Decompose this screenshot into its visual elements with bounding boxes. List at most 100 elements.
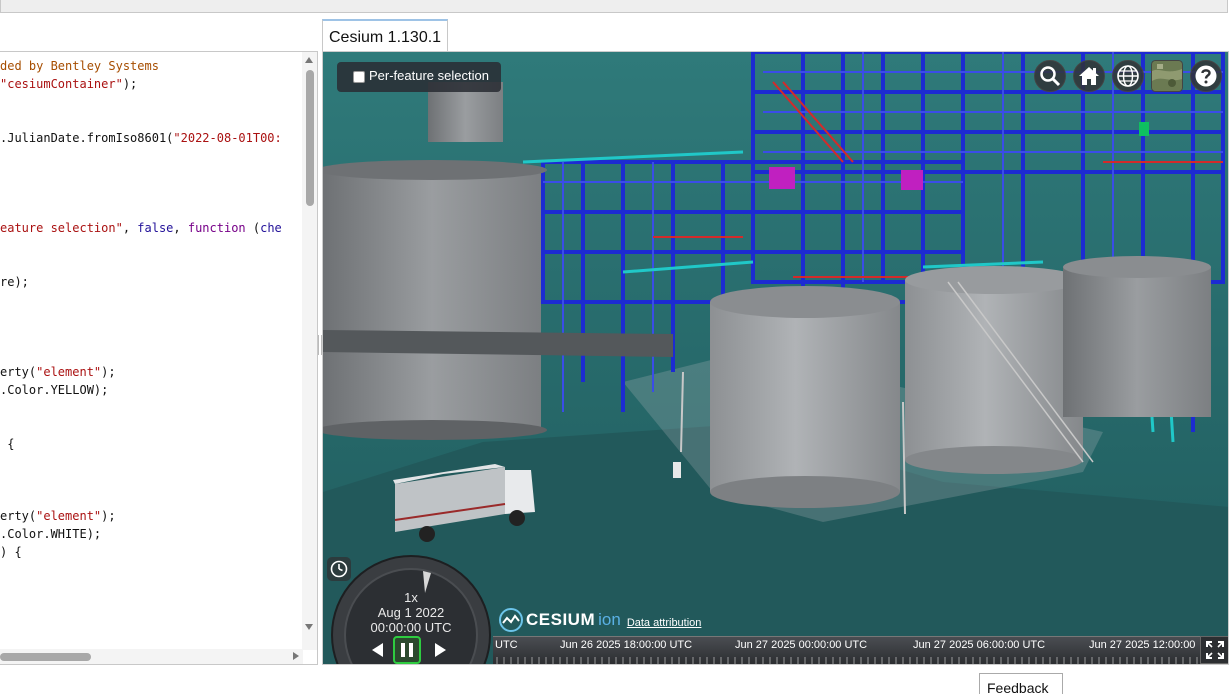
search-icon — [1040, 66, 1061, 87]
timeline-label-1: Jun 26 2025 18:00:00 UTC — [560, 639, 693, 651]
code-line[interactable] — [0, 489, 303, 507]
code-token: "cesiumContainer" — [0, 77, 123, 91]
code-line[interactable] — [0, 147, 303, 165]
code-token: .JulianDate.fromIso8601( — [0, 131, 174, 145]
code-line[interactable] — [0, 255, 303, 273]
geocoder-search-button[interactable] — [1034, 60, 1066, 92]
code-line[interactable]: erty("element"); — [0, 363, 303, 381]
cesium-ion-label: ion — [598, 610, 621, 629]
code-line[interactable] — [0, 345, 303, 363]
vertical-scroll-thumb[interactable] — [306, 70, 314, 206]
fullscreen-icon — [1205, 641, 1224, 659]
code-line[interactable]: re); — [0, 273, 303, 291]
code-token: { — [0, 437, 15, 451]
code-line[interactable]: ded by Bentley Systems — [0, 57, 303, 75]
credit-container: CESIUM ion Data attribution — [499, 608, 701, 632]
animation-time: 00:00:00 UTC — [370, 620, 452, 635]
code-line[interactable]: .JulianDate.fromIso8601("2022-08-01T00: — [0, 129, 303, 147]
code-lines[interactable]: ded by Bentley Systems "cesiumContainer")… — [0, 57, 303, 561]
per-feature-selection-toggle[interactable]: Per-feature selection — [337, 62, 501, 92]
code-token: function — [187, 221, 246, 235]
globe-icon — [1117, 65, 1139, 87]
code-line[interactable] — [0, 183, 303, 201]
code-line[interactable]: ) { — [0, 543, 303, 561]
cesium-viewer[interactable]: Per-feature selection 1x Aug 1 2022 00:0… — [322, 51, 1229, 665]
pause-button[interactable] — [393, 636, 421, 664]
code-line[interactable] — [0, 453, 303, 471]
code-token: "element" — [36, 509, 102, 523]
cesium-logo-icon — [499, 608, 523, 632]
scroll-right-arrow-icon[interactable] — [293, 652, 299, 660]
base-layer-picker-button[interactable] — [1151, 60, 1183, 92]
top-toolbar-strip — [0, 0, 1228, 13]
scroll-up-arrow-icon[interactable] — [305, 57, 313, 63]
code-line[interactable] — [0, 237, 303, 255]
code-line[interactable]: "cesiumContainer"); — [0, 75, 303, 93]
code-token: ); — [101, 509, 116, 523]
timeline-label-utc: UTC — [495, 639, 518, 651]
timeline[interactable]: UTC Jun 26 2025 18:00:00 UTC Jun 27 2025… — [493, 636, 1200, 664]
scroll-down-arrow-icon[interactable] — [305, 624, 313, 630]
tab-cesium-version[interactable]: Cesium 1.130.1 — [322, 19, 448, 52]
code-line[interactable] — [0, 417, 303, 435]
play-forward-button[interactable] — [429, 639, 451, 661]
navigation-help-button[interactable] — [1190, 60, 1222, 92]
code-line[interactable] — [0, 399, 303, 417]
code-line[interactable] — [0, 291, 303, 309]
code-token: ); — [122, 77, 138, 91]
code-line[interactable]: .Color.WHITE); — [0, 525, 303, 543]
scene-mode-button[interactable] — [1112, 60, 1144, 92]
code-token: false — [137, 221, 174, 235]
timeline-label-4: Jun 27 2025 12:00:00 — [1089, 639, 1196, 651]
code-token: erty( — [0, 509, 37, 523]
cesium-brand: CESIUM — [526, 610, 596, 629]
code-token: erty( — [0, 365, 37, 379]
code-line[interactable] — [0, 309, 303, 327]
home-icon — [1079, 67, 1099, 85]
code-token: "2022-08-01T00: — [173, 131, 282, 145]
per-feature-selection-checkbox[interactable] — [353, 71, 365, 83]
code-line[interactable] — [0, 165, 303, 183]
storage-tank-left — [323, 160, 547, 440]
code-token: .Color.WHITE); — [0, 527, 102, 541]
code-editor[interactable]: ded by Bentley Systems "cesiumContainer")… — [0, 51, 318, 665]
code-token: .Color.YELLOW); — [0, 383, 109, 397]
play-reverse-icon — [372, 643, 383, 657]
animation-date: Aug 1 2022 — [377, 605, 445, 620]
code-token: ) { — [0, 545, 22, 559]
play-forward-icon — [435, 643, 446, 657]
code-line[interactable]: eature selection", false, function (che — [0, 219, 303, 237]
storage-tank-center — [710, 286, 900, 508]
help-icon — [1195, 65, 1217, 87]
per-feature-selection-label: Per-feature selection — [369, 68, 489, 83]
play-reverse-button[interactable] — [367, 639, 389, 661]
sandcastle-root: ded by Bentley Systems "cesiumContainer")… — [0, 0, 1232, 694]
storage-tank-right — [905, 266, 1083, 474]
code-line[interactable] — [0, 93, 303, 111]
code-token: ); — [101, 365, 116, 379]
storage-tank-far-right — [1063, 256, 1211, 417]
code-token: che — [260, 221, 282, 235]
code-line[interactable] — [0, 201, 303, 219]
horizontal-scroll-thumb[interactable] — [0, 653, 91, 661]
code-line[interactable]: .Color.YELLOW); — [0, 381, 303, 399]
code-line[interactable]: { — [0, 435, 303, 453]
feedback-button[interactable]: Feedback — [979, 673, 1063, 694]
code-line[interactable] — [0, 471, 303, 489]
fullscreen-button[interactable] — [1200, 636, 1228, 664]
code-token: re); — [0, 275, 29, 289]
data-attribution-link[interactable]: Data attribution — [627, 617, 702, 629]
timeline-label-2: Jun 27 2025 00:00:00 UTC — [735, 639, 868, 651]
home-button[interactable] — [1073, 60, 1105, 92]
vertical-scrollbar[interactable] — [302, 52, 317, 650]
horizontal-scrollbar[interactable] — [0, 649, 303, 664]
code-token: ded by Bentley Systems — [0, 59, 159, 73]
imagery-layer-icon — [1152, 61, 1182, 91]
code-line[interactable] — [0, 327, 303, 345]
code-token: eature selection" — [0, 221, 123, 235]
timeline-label-3: Jun 27 2025 06:00:00 UTC — [913, 639, 1046, 651]
animation-widget[interactable]: 1x Aug 1 2022 00:00:00 UTC — [331, 555, 491, 664]
code-line[interactable]: erty("element"); — [0, 507, 303, 525]
pause-icon — [401, 643, 413, 657]
code-line[interactable] — [0, 111, 303, 129]
